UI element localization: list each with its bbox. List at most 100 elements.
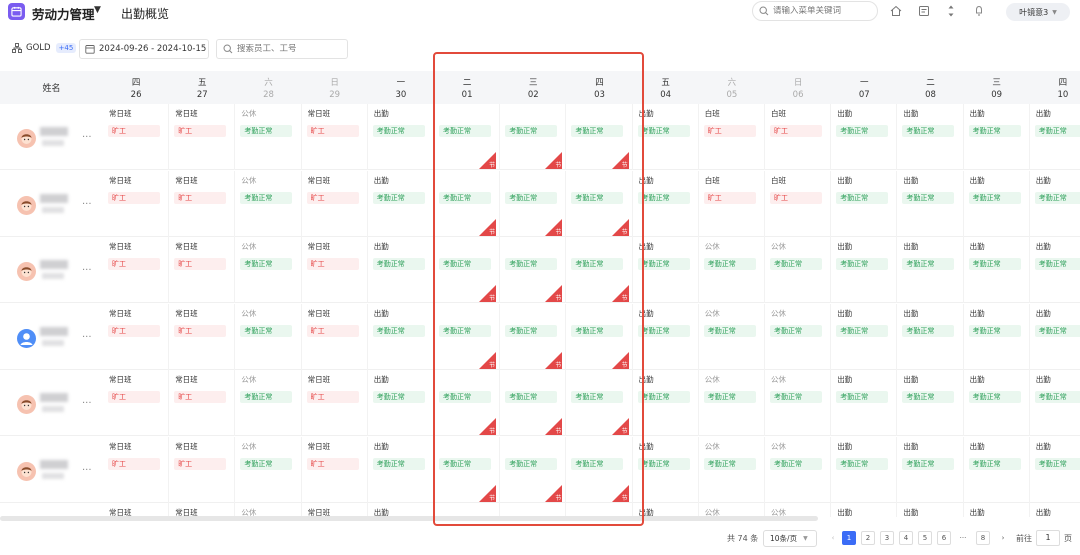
attendance-cell[interactable]: 常日班 旷工 — [169, 370, 236, 436]
bell-icon[interactable] — [972, 4, 986, 18]
attendance-cell[interactable]: 出勤 考勤正常 — [633, 303, 699, 370]
attendance-cell[interactable]: 常日班 旷工 — [103, 237, 170, 303]
attendance-cell[interactable]: 出勤 — [368, 503, 434, 517]
attendance-cell[interactable]: 公休 考勤正常 — [765, 303, 832, 370]
more-actions-icon[interactable]: ··· — [82, 398, 92, 409]
attendance-cell[interactable]: 白班 旷工 — [699, 104, 765, 170]
attendance-cell[interactable]: 考勤正常节 — [566, 436, 633, 503]
attendance-cell[interactable]: 出勤 考勤正常 — [964, 170, 1030, 237]
attendance-cell[interactable]: 考勤正常节 — [566, 237, 633, 303]
attendance-cell[interactable]: 考勤正常节 — [434, 370, 501, 436]
group-selector[interactable]: GOLD +45 — [12, 43, 77, 53]
attendance-cell[interactable]: 常日班 旷工 — [169, 436, 236, 503]
attendance-cell[interactable]: 出勤 考勤正常 — [831, 237, 898, 303]
attendance-cell[interactable]: 常日班 旷工 — [103, 104, 170, 170]
employee-search-input[interactable] — [237, 44, 347, 54]
goto-page-input[interactable]: 1 — [1036, 530, 1060, 546]
attendance-cell[interactable] — [434, 503, 501, 517]
attendance-cell[interactable]: 常日班 旷工 — [302, 370, 368, 436]
employee-search-box[interactable] — [216, 39, 348, 59]
attendance-cell[interactable]: 出勤 考勤正常 — [964, 303, 1030, 370]
attendance-cell[interactable]: 公休 — [699, 503, 765, 517]
attendance-cell[interactable]: 出勤 — [964, 503, 1030, 517]
attendance-cell[interactable]: 出勤 考勤正常 — [633, 436, 699, 503]
attendance-cell[interactable]: 常日班 旷工 — [103, 370, 170, 436]
attendance-cell[interactable]: 出勤 — [1030, 503, 1080, 517]
attendance-cell[interactable]: 公休 考勤正常 — [699, 370, 765, 436]
attendance-cell[interactable]: 常日班 旷工 — [103, 170, 170, 237]
attendance-cell[interactable]: 出勤 考勤正常 — [964, 237, 1030, 303]
attendance-cell[interactable]: 考勤正常节 — [434, 104, 501, 170]
attendance-cell[interactable]: 出勤 — [897, 503, 964, 517]
attendance-cell[interactable]: 出勤 考勤正常 — [633, 370, 699, 436]
attendance-cell[interactable]: 出勤 考勤正常 — [368, 237, 434, 303]
attendance-cell[interactable]: 考勤正常节 — [500, 237, 567, 303]
attendance-cell[interactable]: 常日班 旷工 — [103, 303, 170, 370]
app-switch-caret-icon[interactable]: ▼ — [94, 5, 101, 15]
attendance-cell[interactable]: 出勤 考勤正常 — [368, 170, 434, 237]
more-actions-icon[interactable]: ··· — [82, 332, 92, 343]
attendance-cell[interactable]: 出勤 考勤正常 — [897, 303, 964, 370]
attendance-cell[interactable]: 常日班 旷工 — [302, 104, 368, 170]
home-icon[interactable] — [889, 4, 903, 18]
attendance-cell[interactable]: 公休 考勤正常 — [699, 303, 765, 370]
employee-info[interactable]: ··· — [0, 304, 103, 370]
attendance-cell[interactable]: 出勤 考勤正常 — [1030, 304, 1080, 370]
attendance-cell[interactable]: 考勤正常节 — [434, 436, 501, 503]
expand-icon[interactable] — [944, 4, 958, 18]
employee-info[interactable]: ··· — [0, 171, 103, 237]
attendance-cell[interactable]: 考勤正常节 — [500, 104, 567, 170]
attendance-cell[interactable]: 常日班 旷工 — [169, 303, 236, 370]
attendance-cell[interactable]: 公休 考勤正常 — [235, 104, 302, 170]
attendance-cell[interactable]: 常日班 — [169, 503, 236, 517]
attendance-cell[interactable]: 出勤 考勤正常 — [368, 370, 434, 436]
attendance-cell[interactable]: 出勤 考勤正常 — [897, 170, 964, 237]
attendance-cell[interactable]: 出勤 考勤正常 — [897, 104, 964, 170]
attendance-cell[interactable]: 常日班 旷工 — [103, 436, 170, 503]
employee-info[interactable]: ··· — [0, 104, 103, 170]
attendance-cell[interactable]: 白班 旷工 — [765, 170, 832, 237]
attendance-cell[interactable]: 公休 考勤正常 — [699, 436, 765, 503]
page-button-1[interactable]: 1 — [842, 531, 856, 545]
attendance-cell[interactable]: 出勤 考勤正常 — [831, 436, 898, 503]
attendance-cell[interactable]: 常日班 旷工 — [169, 104, 236, 170]
more-actions-icon[interactable]: ··· — [82, 265, 92, 276]
attendance-cell[interactable]: 出勤 考勤正常 — [368, 436, 434, 503]
attendance-cell[interactable]: 公休 — [765, 503, 832, 517]
attendance-cell[interactable]: 公休 考勤正常 — [765, 370, 832, 436]
page-button-8[interactable]: 8 — [976, 531, 990, 545]
attendance-cell[interactable]: 出勤 考勤正常 — [1030, 104, 1080, 170]
attendance-cell[interactable]: 常日班 旷工 — [302, 436, 368, 503]
attendance-cell[interactable]: 考勤正常节 — [566, 170, 633, 237]
prev-page-button[interactable]: ‹ — [826, 531, 840, 545]
attendance-cell[interactable]: 出勤 考勤正常 — [1030, 437, 1080, 503]
attendance-cell[interactable]: 出勤 考勤正常 — [1030, 370, 1080, 436]
attendance-cell[interactable]: 公休 考勤正常 — [235, 303, 302, 370]
page-button-5[interactable]: 5 — [918, 531, 932, 545]
page-button-more[interactable]: ··· — [956, 531, 970, 545]
attendance-cell[interactable]: 考勤正常节 — [434, 303, 501, 370]
attendance-cell[interactable]: 出勤 考勤正常 — [897, 370, 964, 436]
attendance-cell[interactable]: 常日班 旷工 — [302, 303, 368, 370]
page-button-3[interactable]: 3 — [880, 531, 894, 545]
attendance-cell[interactable]: 出勤 考勤正常 — [633, 237, 699, 303]
attendance-cell[interactable]: 考勤正常节 — [500, 170, 567, 237]
attendance-cell[interactable]: 常日班 旷工 — [302, 170, 368, 237]
attendance-cell[interactable]: 考勤正常节 — [434, 170, 501, 237]
attendance-cell[interactable]: 考勤正常节 — [566, 370, 633, 436]
attendance-cell[interactable]: 考勤正常节 — [566, 303, 633, 370]
attendance-cell[interactable] — [500, 503, 567, 517]
menu-search-box[interactable] — [752, 1, 878, 21]
attendance-cell[interactable]: 常日班 — [302, 503, 368, 517]
attendance-cell[interactable]: 出勤 考勤正常 — [633, 104, 699, 170]
attendance-cell[interactable]: 公休 考勤正常 — [235, 436, 302, 503]
menu-search-input[interactable] — [773, 6, 873, 16]
attendance-cell[interactable]: 出勤 考勤正常 — [1030, 237, 1080, 303]
attendance-cell[interactable]: 出勤 考勤正常 — [964, 370, 1030, 436]
attendance-cell[interactable]: 白班 旷工 — [699, 170, 765, 237]
attendance-cell[interactable]: 出勤 考勤正常 — [897, 436, 964, 503]
employee-info[interactable]: ··· — [0, 437, 103, 503]
page-button-6[interactable]: 6 — [937, 531, 951, 545]
horizontal-scrollbar[interactable] — [0, 516, 818, 521]
attendance-cell[interactable]: 出勤 考勤正常 — [964, 104, 1030, 170]
